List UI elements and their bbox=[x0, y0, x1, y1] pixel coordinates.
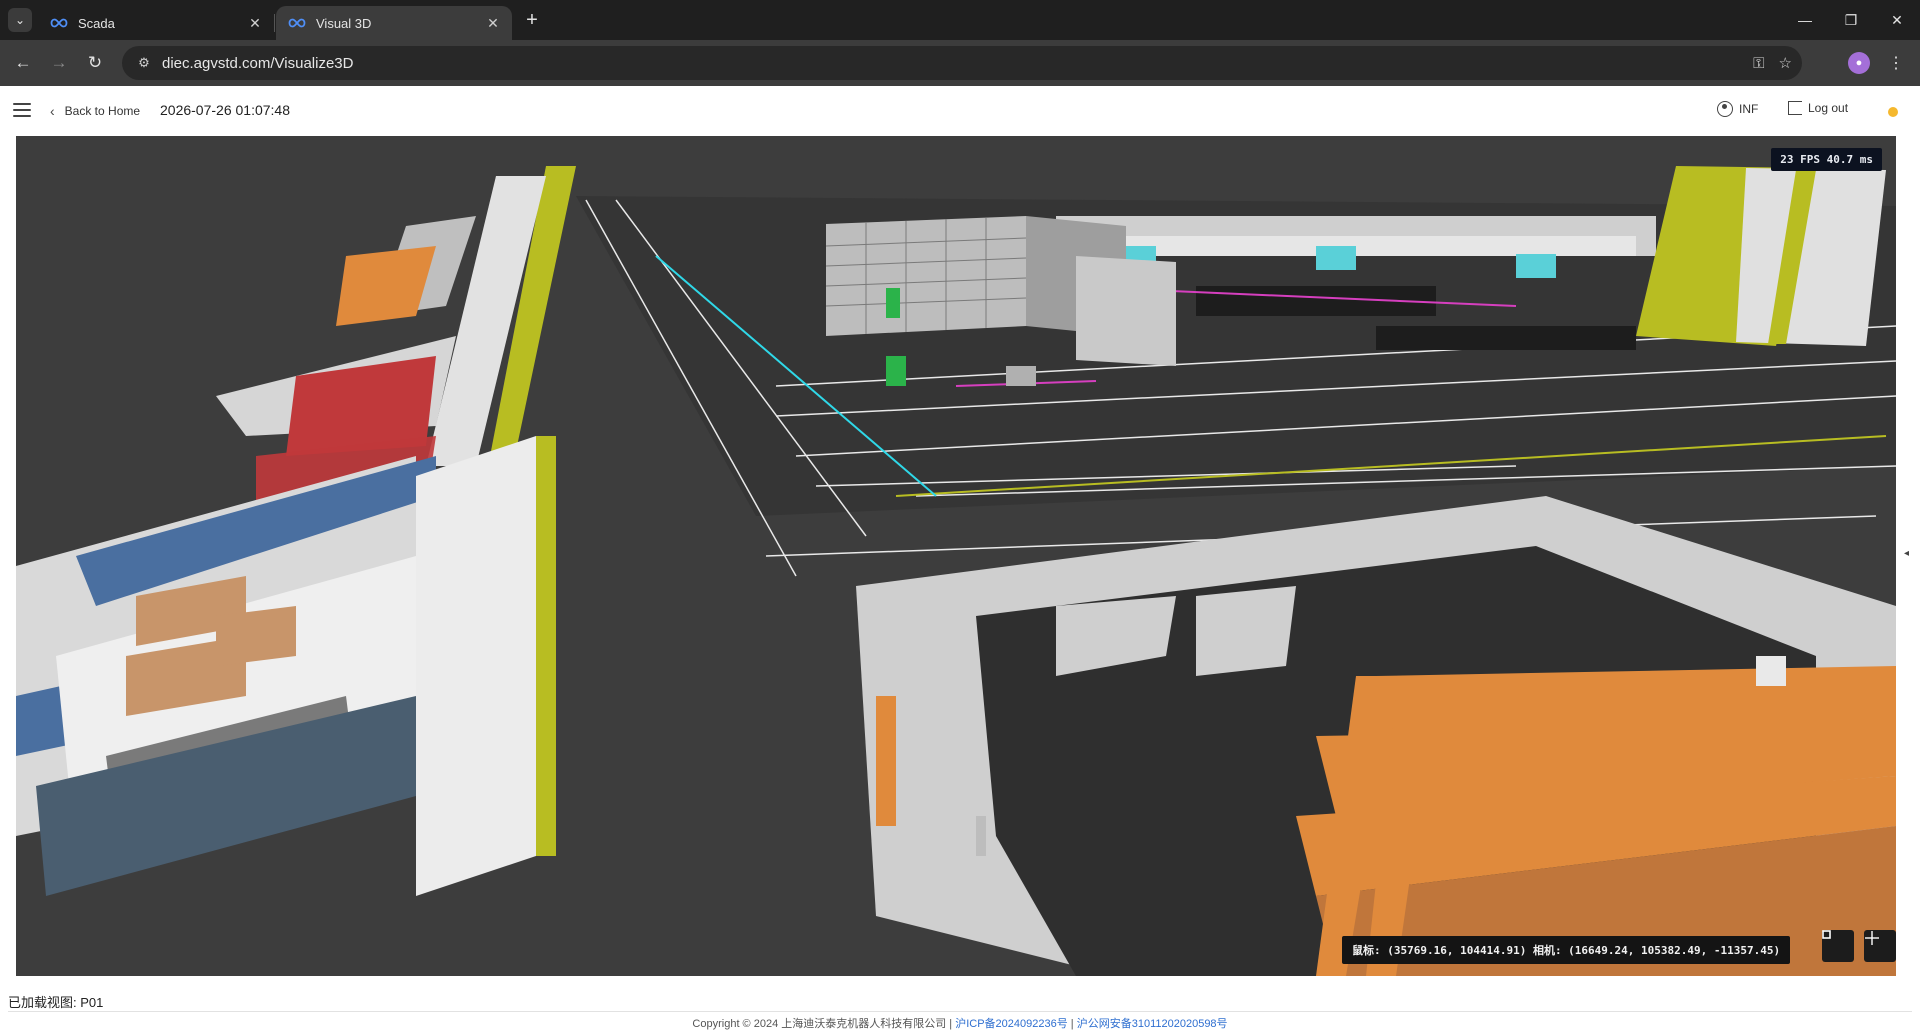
close-icon: ✕ bbox=[1891, 11, 1903, 28]
copyright-footer: Copyright © 2024 上海迪沃泰克机器人科技有限公司 | 沪ICP备… bbox=[0, 1013, 1920, 1031]
browser-toolbar: ← → ↻ ⚙ diec.agvstd.com/Visualize3D ⚿ ☆ … bbox=[0, 40, 1920, 86]
site-settings-icon[interactable]: ⚙ bbox=[126, 46, 162, 80]
user-label: INF bbox=[1739, 102, 1759, 116]
coordinates-readout: 鼠标: (35769.16, 104414.91) 相机: (16649.24,… bbox=[1342, 936, 1791, 964]
infinity-icon bbox=[50, 17, 68, 29]
tab-title: Scada bbox=[78, 15, 115, 31]
arrow-left-icon: ← bbox=[14, 53, 32, 72]
loaded-view-status: 已加载视图: P01 bbox=[8, 988, 1912, 1012]
reload-icon: ↻ bbox=[87, 53, 103, 72]
police-record-link[interactable]: 沪公网安备31011202020598号 bbox=[1077, 1018, 1228, 1030]
view-mode-button[interactable] bbox=[1822, 930, 1854, 962]
left-building bbox=[16, 166, 576, 896]
tab-search-button[interactable]: ⌄ bbox=[8, 8, 32, 32]
crosshair-button[interactable] bbox=[1864, 930, 1896, 962]
restore-icon: ❐ bbox=[1844, 11, 1858, 28]
copyright-text: Copyright © 2024 上海迪沃泰克机器人科技有限公司 | bbox=[692, 1018, 956, 1030]
key-icon[interactable]: ⚿ bbox=[1753, 55, 1764, 72]
reload-button[interactable]: ↻ bbox=[81, 49, 109, 77]
logout-icon bbox=[1788, 101, 1802, 115]
minimize-icon: — bbox=[1798, 12, 1812, 28]
forward-nav-button[interactable]: → bbox=[45, 49, 73, 77]
back-to-home-link[interactable]: ‹ Back to Home bbox=[50, 101, 140, 121]
tab-divider bbox=[274, 14, 275, 32]
chevron-down-icon: ⌄ bbox=[14, 13, 26, 27]
infinity-icon bbox=[288, 17, 306, 29]
icp-license-link[interactable]: 沪ICP备2024092236号 bbox=[955, 1018, 1068, 1030]
user-icon bbox=[1717, 101, 1733, 117]
plus-icon: + bbox=[526, 8, 538, 31]
current-datetime: 2026-07-26 01:07:48 bbox=[160, 102, 290, 118]
fps-counter: 23 FPS 40.7 ms bbox=[1771, 148, 1882, 171]
browser-menu-button[interactable]: ⋮ bbox=[1884, 51, 1908, 75]
connection-status-indicator bbox=[1888, 107, 1898, 117]
3d-viewport[interactable]: 23 FPS 40.7 ms 鼠标: (35769.16, 104414.91)… bbox=[16, 136, 1896, 976]
browser-tabstrip: ⌄ Scada ✕ Visual 3D ✕ + — ❐ ✕ bbox=[0, 0, 1920, 40]
arrow-right-icon: → bbox=[50, 53, 68, 72]
address-bar[interactable]: ⚙ diec.agvstd.com/Visualize3D ⚿ ☆ bbox=[122, 46, 1802, 80]
profile-avatar[interactable]: ● bbox=[1848, 52, 1870, 74]
url-text: diec.agvstd.com/Visualize3D bbox=[162, 54, 354, 72]
right-wall bbox=[1636, 166, 1886, 346]
app-header: ‹ Back to Home 2026-07-26 01:07:48 INF L… bbox=[0, 86, 1920, 136]
close-icon[interactable]: ✕ bbox=[246, 14, 264, 32]
tab-scada[interactable]: Scada ✕ bbox=[38, 6, 274, 40]
hamburger-menu-icon[interactable] bbox=[13, 103, 31, 117]
minimize-button[interactable]: — bbox=[1782, 0, 1828, 40]
tab-visual-3d[interactable]: Visual 3D ✕ bbox=[276, 6, 512, 40]
chevron-left-icon: ‹ bbox=[50, 103, 55, 119]
separator: | bbox=[1067, 1018, 1077, 1030]
kebab-icon: ⋮ bbox=[1888, 55, 1904, 72]
logout-button[interactable]: Log out bbox=[1788, 101, 1848, 115]
new-tab-button[interactable]: + bbox=[520, 8, 544, 32]
star-icon[interactable]: ☆ bbox=[1779, 54, 1792, 72]
logout-label: Log out bbox=[1808, 101, 1849, 115]
close-window-button[interactable]: ✕ bbox=[1874, 0, 1920, 40]
back-nav-button[interactable]: ← bbox=[9, 49, 37, 77]
close-icon[interactable]: ✕ bbox=[484, 14, 502, 32]
warehouse-scene bbox=[16, 166, 1896, 976]
user-menu[interactable]: INF bbox=[1717, 101, 1758, 117]
tab-title: Visual 3D bbox=[316, 15, 372, 31]
side-panel-toggle-icon[interactable]: ◂ bbox=[1904, 548, 1912, 562]
profile-icon: ● bbox=[1855, 57, 1863, 69]
bottom-right-equipment bbox=[856, 496, 1896, 976]
restore-button[interactable]: ❐ bbox=[1828, 0, 1874, 40]
back-to-home-label: Back to Home bbox=[64, 104, 141, 118]
